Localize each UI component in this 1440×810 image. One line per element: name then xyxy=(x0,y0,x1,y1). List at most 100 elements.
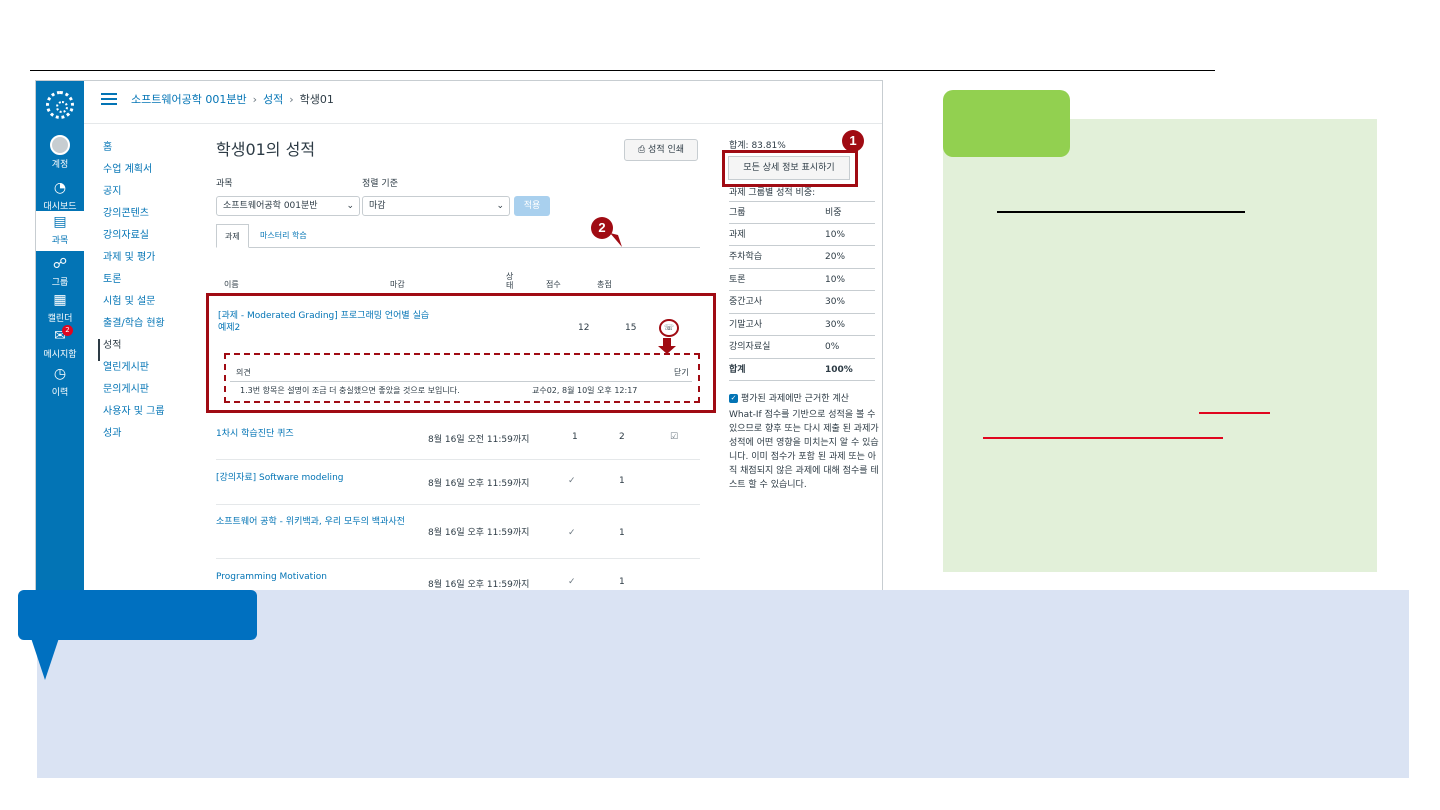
column-header-status: 상태 xyxy=(506,272,514,290)
course-nav-item[interactable]: 열린게시판 xyxy=(103,361,165,383)
comment-close-link[interactable]: 닫기 xyxy=(674,367,689,378)
total-value: 1 xyxy=(619,577,625,587)
groups-icon: ☍ xyxy=(52,256,68,272)
checkbox-checked-icon[interactable]: ✓ xyxy=(729,394,738,403)
row-divider xyxy=(216,504,700,505)
canvas-logo-icon[interactable] xyxy=(46,91,74,119)
column-header-name: 이름 xyxy=(224,280,239,289)
global-nav: 계정 ◔ 대시보드 ▤ 과목 ☍ 그룹 ▦ 캘린더 ✉ 2 메시지함 ◷ 이력 xyxy=(36,81,84,591)
quiz-icon: ☑ xyxy=(670,432,679,442)
assignment-link[interactable]: Programming Motivation xyxy=(216,572,327,582)
due-date: 8월 16일 오후 11:59까지 xyxy=(428,580,530,590)
callout-badge-1: 1 xyxy=(842,130,864,152)
caption-pointer xyxy=(31,638,59,680)
weight-pct: 10% xyxy=(825,274,846,285)
global-nav-dashboard[interactable]: ◔ 대시보드 xyxy=(36,177,84,215)
sort-select-label: 정렬 기준 xyxy=(362,179,398,189)
global-nav-inbox[interactable]: ✉ 2 메시지함 xyxy=(36,325,84,363)
total-value: 1 xyxy=(619,476,625,486)
column-header-due: 마감 xyxy=(390,280,405,289)
global-nav-groups[interactable]: ☍ 그룹 xyxy=(36,253,84,291)
due-date: 8월 16일 오후 11:59까지 xyxy=(428,479,530,489)
weight-group: 주차학습 xyxy=(729,252,763,262)
course-nav-item[interactable]: 과제 및 평가 xyxy=(103,251,165,273)
course-nav-item-active[interactable]: 성적 xyxy=(98,339,165,361)
course-nav-item[interactable]: 강의콘텐츠 xyxy=(103,207,165,229)
comment-heading: 의견 xyxy=(236,368,251,377)
what-if-checkbox-row[interactable]: ✓ 평가된 과제에만 근거한 계산 xyxy=(729,392,879,406)
checkmark-icon: ✓ xyxy=(568,577,576,587)
breadcrumb-course[interactable]: 소프트웨어공학 001분반 xyxy=(131,91,247,107)
due-date: 8월 16일 오전 11:59까지 xyxy=(428,435,530,445)
history-icon: ◷ xyxy=(53,366,67,382)
weight-pct: 30% xyxy=(825,297,846,307)
weight-pct: 10% xyxy=(825,229,846,240)
column-header-total: 총점 xyxy=(597,280,612,289)
comment-text: 1.3번 항목은 설명이 조금 더 충실했으면 좋았을 것으로 보입니다. xyxy=(240,386,460,395)
course-nav-item[interactable]: 성과 xyxy=(103,427,165,449)
sort-select[interactable]: 마감 ⌄ xyxy=(362,196,510,216)
weights-total-row: 합계 100% xyxy=(729,359,875,381)
menu-toggle-icon[interactable] xyxy=(101,93,117,105)
print-grades-label: 성적 인쇄 xyxy=(648,145,685,155)
weight-group: 합계 xyxy=(729,364,746,375)
weights-row: 강의자료실 0% xyxy=(729,336,875,359)
global-nav-label: 그룹 xyxy=(51,278,69,288)
course-nav-item[interactable]: 사용자 및 그룹 xyxy=(103,405,165,427)
apply-button[interactable]: 적용 xyxy=(514,196,550,216)
chevron-down-icon: ⌄ xyxy=(346,201,354,211)
row-divider xyxy=(216,459,700,460)
global-nav-account[interactable]: 계정 xyxy=(36,135,84,173)
course-nav-item[interactable]: 강의자료실 xyxy=(103,229,165,251)
callout-pointer-icon xyxy=(610,233,622,247)
print-grades-button[interactable]: ⎙ 성적 인쇄 xyxy=(624,139,698,161)
total-value: 2 xyxy=(619,432,625,442)
weight-pct: 100% xyxy=(825,364,853,375)
comment-bubble-icon[interactable]: ☏ xyxy=(659,319,679,337)
course-select[interactable]: 소프트웨어공학 001분반 ⌄ xyxy=(216,196,360,216)
global-nav-label: 이력 xyxy=(51,388,69,398)
courses-icon: ▤ xyxy=(53,214,67,230)
title-underline xyxy=(997,211,1245,213)
weight-pct: 30% xyxy=(825,319,846,330)
weights-header-row: 그룹 비중 xyxy=(729,201,875,224)
assignment-link[interactable]: 1차시 학습진단 퀴즈 xyxy=(216,426,294,439)
what-if-section: ✓ 평가된 과제에만 근거한 계산 What-If 점수를 기반으로 성적을 볼 … xyxy=(729,392,879,492)
course-nav-item[interactable]: 공지 xyxy=(103,185,165,207)
tab-assignments[interactable]: 과제 xyxy=(216,224,249,248)
due-date: 8월 16일 오후 11:59까지 xyxy=(428,528,530,538)
account-icon xyxy=(50,135,70,155)
global-nav-history[interactable]: ◷ 이력 xyxy=(36,363,84,401)
what-if-checkbox-label: 평가된 과제에만 근거한 계산 xyxy=(741,394,849,404)
weight-pct: 20% xyxy=(825,252,846,262)
breadcrumb-section[interactable]: 성적 xyxy=(263,91,283,107)
highlighted-detail-button-box xyxy=(722,150,858,187)
weights-table: 그룹 비중 과제 10% 주차학습 20% 토론 10% 중간고사 30% 기말고사 30… xyxy=(729,201,875,381)
weights-row: 과제 10% xyxy=(729,224,875,246)
global-nav-calendar[interactable]: ▦ 캘린더 xyxy=(36,289,84,327)
assignment-link[interactable]: [강의자료] Software modeling xyxy=(216,470,343,483)
global-nav-courses[interactable]: ▤ 과목 xyxy=(36,211,84,251)
global-nav-label: 계정 xyxy=(51,160,69,170)
row-divider xyxy=(216,558,700,559)
tab-mastery[interactable]: 마스터리 학습 xyxy=(252,224,315,248)
score-value: 1 xyxy=(572,432,578,442)
breadcrumb: 소프트웨어공학 001분반 › 성적 › 학생01 xyxy=(101,91,334,107)
course-select-label: 과목 xyxy=(216,179,233,189)
global-nav-label: 과목 xyxy=(51,236,69,246)
course-nav-item[interactable]: 출결/학습 현황 xyxy=(103,317,165,339)
weights-header-pct: 비중 xyxy=(825,208,842,218)
course-nav-item[interactable]: 수업 계획서 xyxy=(103,163,165,185)
weights-row: 토론 10% xyxy=(729,269,875,291)
caption-panel-tab xyxy=(18,590,257,640)
chevron-right-icon: › xyxy=(252,92,257,106)
course-nav-item[interactable]: 토론 xyxy=(103,273,165,295)
global-nav-label: 캘린더 xyxy=(47,314,73,324)
unread-badge: 2 xyxy=(62,325,73,336)
course-nav-item[interactable]: 문의게시판 xyxy=(103,383,165,405)
weight-group: 강의자료실 xyxy=(729,342,771,352)
course-nav-item[interactable]: 홈 xyxy=(103,141,165,163)
assignment-link[interactable]: 소프트웨어 공학 - 위키백과, 우리 모두의 백과사전 xyxy=(216,516,421,528)
course-nav-item[interactable]: 시험 및 설문 xyxy=(103,295,165,317)
lms-screenshot: 계정 ◔ 대시보드 ▤ 과목 ☍ 그룹 ▦ 캘린더 ✉ 2 메시지함 ◷ 이력 xyxy=(35,80,883,592)
